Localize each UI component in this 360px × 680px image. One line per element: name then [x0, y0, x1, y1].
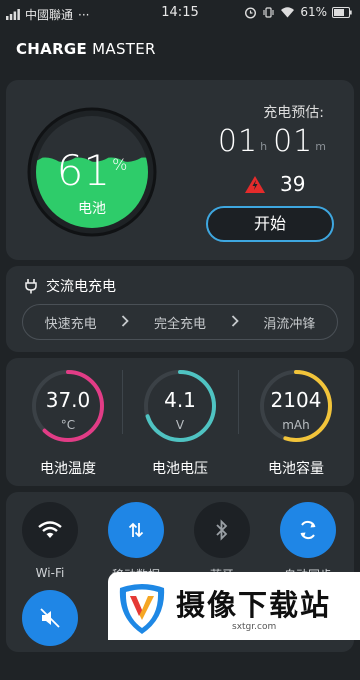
status-bar: 中國聯通 ··· 14:15 61% [0, 0, 360, 26]
battery-label: 电池 [78, 201, 106, 217]
bluetooth-icon [216, 519, 228, 541]
sync-icon [300, 521, 316, 539]
download-site-logo [119, 584, 165, 634]
step-trickle-charge: 涓流冲锋 [263, 316, 316, 332]
temperature-label: 电池温度 [40, 461, 96, 477]
estimate-label: 充电预估: [263, 105, 324, 121]
stat-voltage: 4.1 V 电池电压 [130, 368, 230, 484]
banner-url: sxtgr.com [232, 622, 277, 632]
start-button[interactable]: 开始 [206, 206, 334, 242]
estimate-minutes: 01 [273, 124, 314, 159]
step-full-charge: 完全充电 [153, 316, 206, 332]
banner-title: 摄像下载站 [176, 588, 332, 622]
estimate-minutes-unit: m [315, 140, 326, 153]
wifi-label: Wi-Fi [35, 566, 65, 580]
chevron-right-icon [228, 314, 242, 330]
wifi-icon [38, 521, 62, 538]
temperature-value: 37.0 [45, 388, 91, 412]
bluetooth-toggle-button[interactable] [194, 502, 250, 558]
battery-percent-value: 61 [56, 146, 111, 195]
plug-icon [25, 279, 37, 294]
sound-toggle-button[interactable] [22, 590, 78, 646]
app-title-bold: CHARGE [16, 40, 88, 58]
wifi-toggle-button[interactable] [22, 502, 78, 558]
warning-icon [245, 175, 265, 193]
capacity-value: 2104 [270, 388, 322, 412]
voltage-label: 电池电压 [152, 461, 208, 477]
battery-card: 61% 电池 充电预估: 01 h 01 m 39 开始 [6, 80, 354, 260]
battery-gauge: 61% 电池 [26, 106, 158, 238]
warning-count: 39 [280, 172, 306, 196]
mobile-data-toggle-button[interactable] [108, 502, 164, 558]
mute-icon [40, 608, 60, 628]
estimate-hours-unit: h [260, 140, 268, 153]
stat-temperature: 37.0 °C 电池温度 [18, 368, 118, 484]
stat-capacity: 2104 mAh 电池容量 [246, 368, 346, 484]
auto-sync-toggle-button[interactable] [280, 502, 336, 558]
voltage-value: 4.1 [164, 388, 196, 412]
divider [238, 370, 239, 434]
capacity-label: 电池容量 [268, 461, 324, 477]
wifi-status-icon [281, 7, 295, 18]
capacity-unit: mAh [282, 418, 310, 432]
watermark-banner: 摄像下载站 sxtgr.com [108, 572, 360, 640]
app-title: CHARGE MASTER [16, 40, 156, 58]
toggle-wifi[interactable]: Wi-Fi [10, 502, 90, 592]
charge-mode-title: 交流电充电 [46, 279, 116, 295]
divider [122, 370, 123, 434]
warning-row: 39 [244, 172, 305, 196]
updown-arrows-icon [128, 522, 144, 538]
voltage-unit: V [175, 418, 185, 432]
stat-dials: 37.0 °C 电池温度 4.1 V 电池电压 2104 mAh 电池容量 [6, 358, 354, 486]
battery-status-icon [332, 6, 352, 18]
charge-steps: 快速充电 完全充电 涓流冲锋 [22, 304, 338, 340]
estimate-time: 01 h 01 m [218, 124, 332, 159]
temperature-unit: °C [60, 418, 76, 432]
battery-percent-sign: % [112, 155, 128, 174]
battery-percent-status: 61% [300, 5, 327, 19]
battery-stats-card: 37.0 °C 电池温度 4.1 V 电池电压 2104 mAh 电池容量 [6, 358, 354, 486]
app-title-rest: MASTER [87, 40, 156, 58]
chevron-right-icon [118, 314, 132, 330]
vibrate-icon [263, 6, 274, 18]
battery-percent: 61% [26, 146, 158, 195]
step-fast-charge: 快速充电 [44, 316, 97, 332]
charge-mode-card: 交流电充电 快速充电 完全充电 涓流冲锋 [6, 266, 354, 352]
charge-mode-header: 交流电充电 [24, 276, 116, 296]
toggle-sound[interactable] [10, 590, 90, 680]
estimate-hours: 01 [217, 124, 259, 159]
alarm-icon [245, 6, 257, 19]
